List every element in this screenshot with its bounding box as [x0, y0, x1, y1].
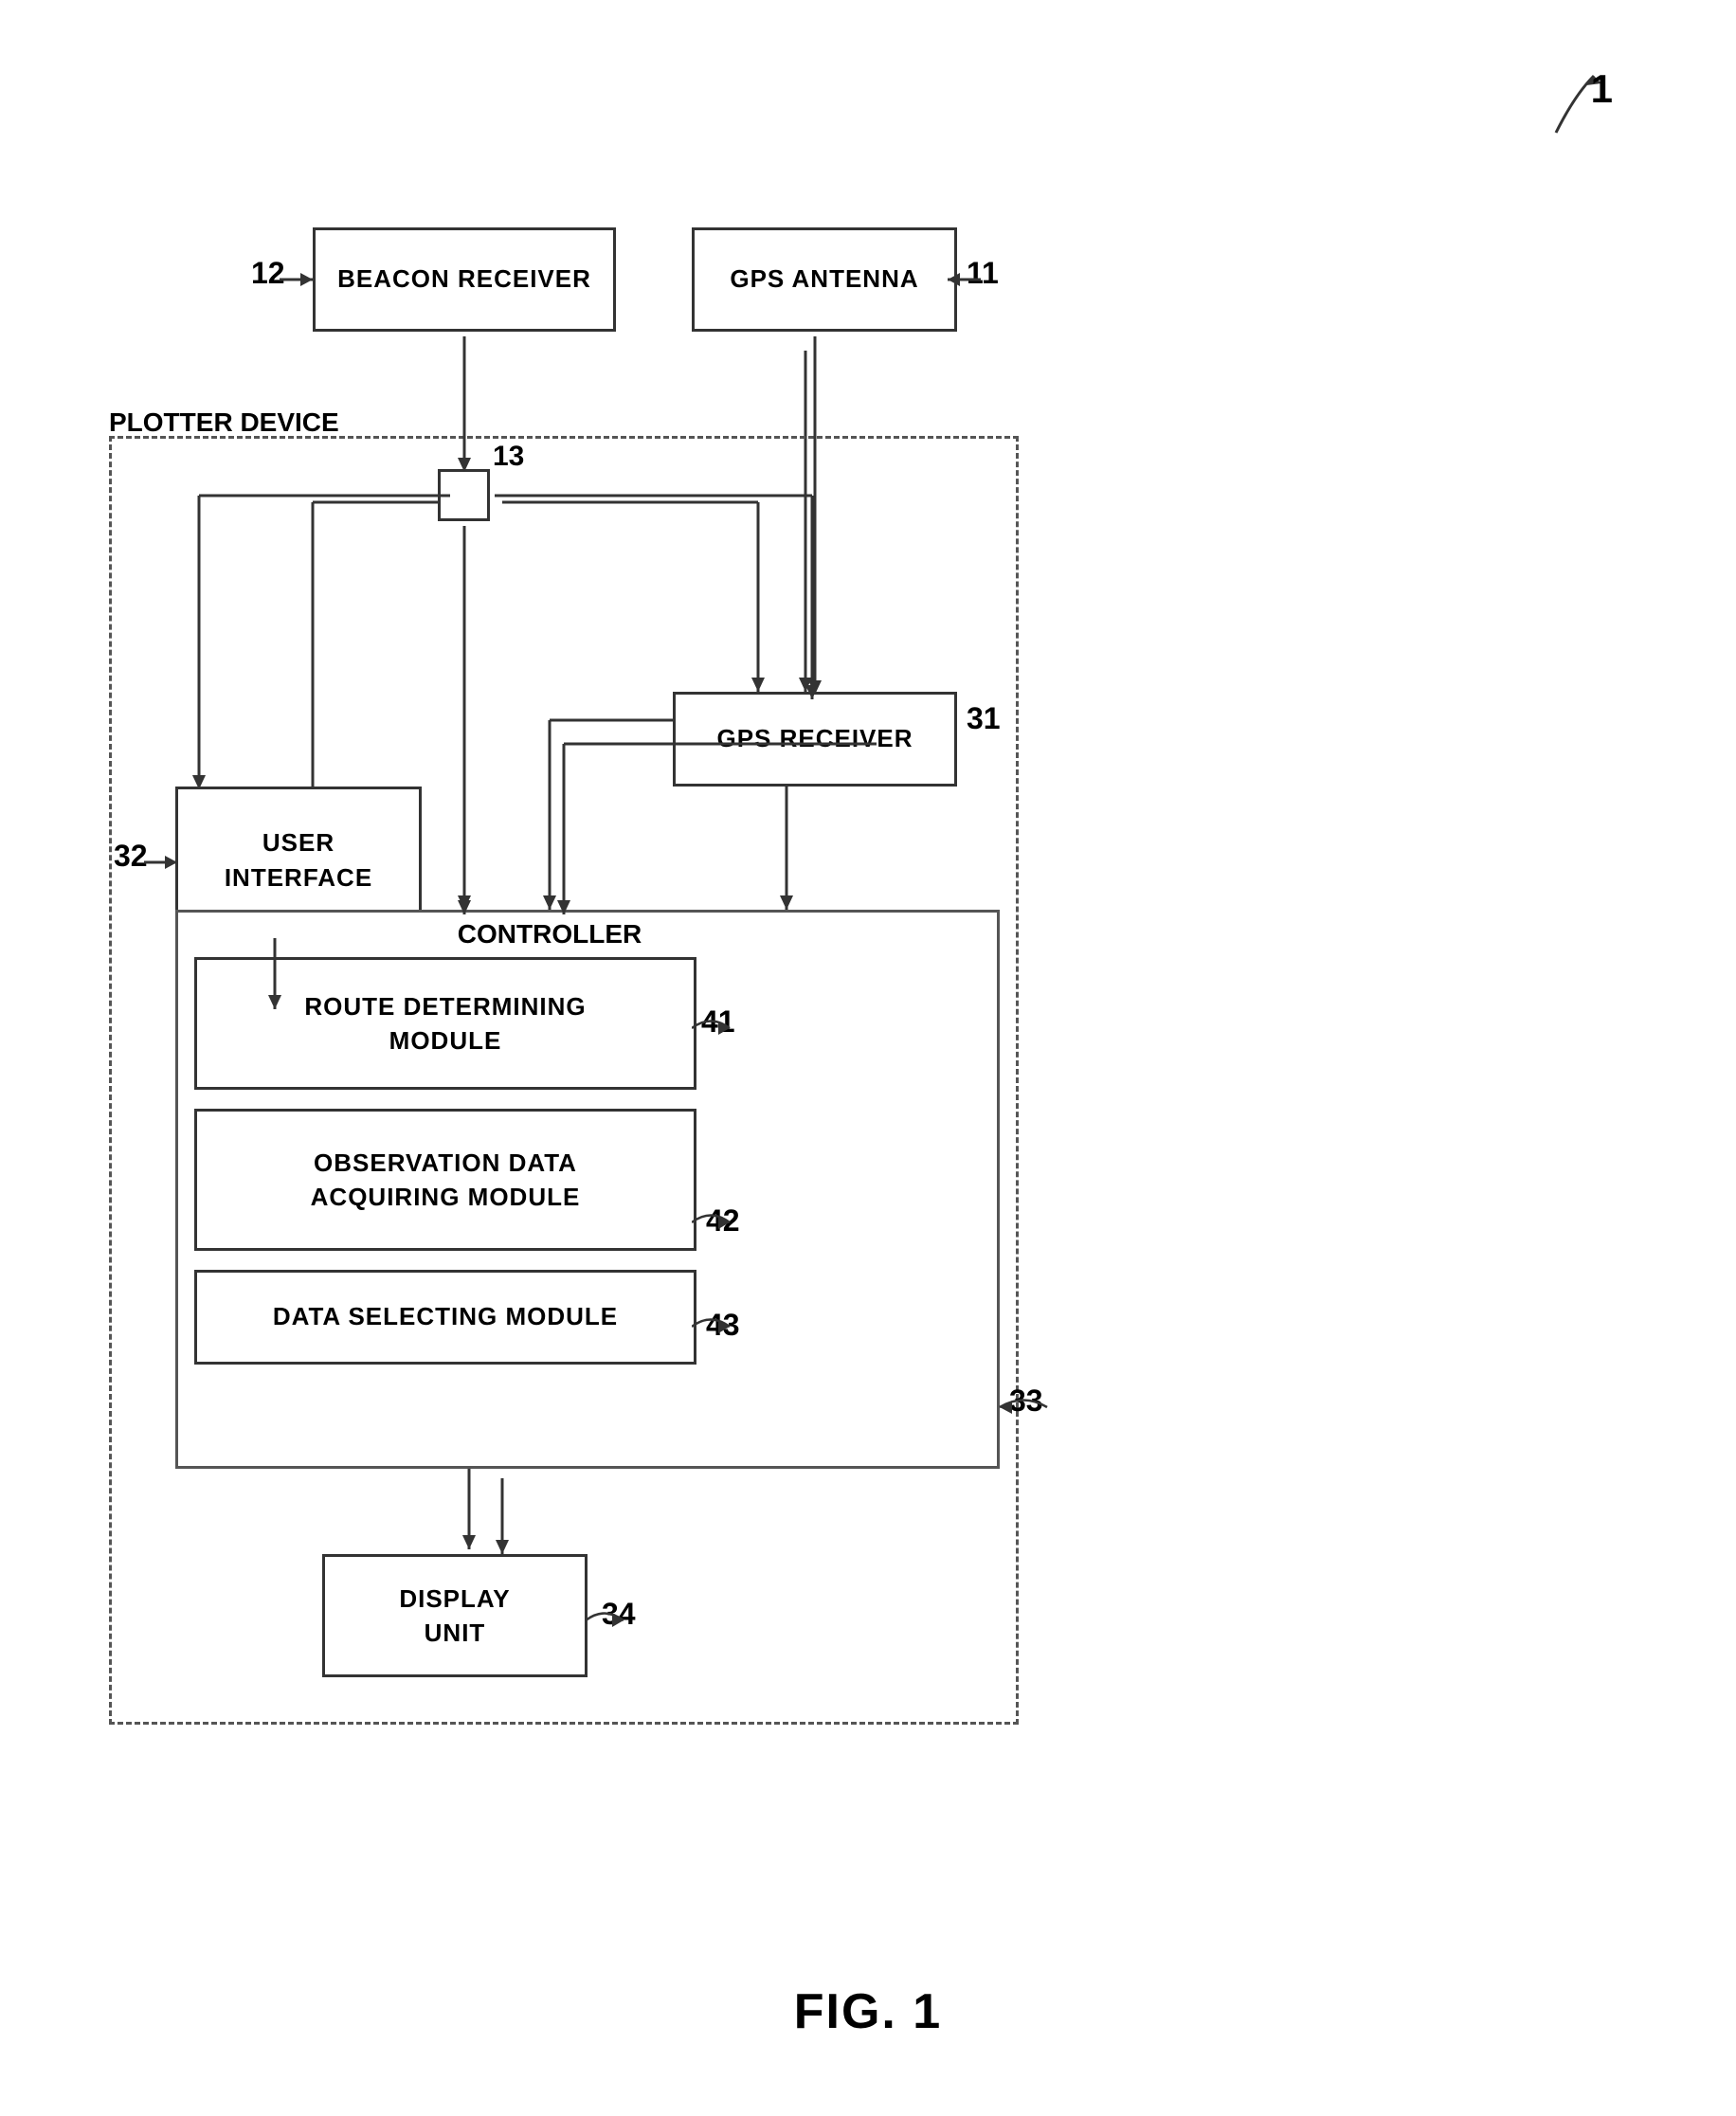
- ref-1-label: 1: [1499, 57, 1613, 156]
- observation-data-box: OBSERVATION DATA ACQUIRING MODULE: [194, 1109, 696, 1251]
- data-selecting-label: DATA SELECTING MODULE: [273, 1301, 618, 1333]
- gps-antenna-ref: 11: [967, 256, 999, 291]
- beacon-receiver-ref: 12: [251, 256, 285, 291]
- beacon-receiver-label: BEACON RECEIVER: [337, 263, 591, 296]
- display-unit-ref: 34: [602, 1597, 636, 1632]
- ref-1-number: 1: [1591, 66, 1613, 112]
- user-interface-ref: 32: [114, 839, 148, 874]
- data-selecting-ref: 43: [706, 1308, 740, 1343]
- gps-antenna-box: GPS ANTENNA: [692, 227, 957, 332]
- ref12-arrow: [280, 265, 317, 294]
- route-determining-ref: 41: [701, 1004, 735, 1040]
- junction-ref: 13: [493, 441, 524, 473]
- controller-label: CONTROLLER: [426, 919, 673, 949]
- observation-data-ref: 42: [706, 1203, 740, 1239]
- gps-receiver-ref: 31: [967, 701, 1001, 736]
- user-interface-label: USER INTERFACE: [225, 825, 372, 895]
- gps-receiver-label: GPS RECEIVER: [716, 723, 913, 755]
- display-unit-box: DISPLAY UNIT: [322, 1554, 588, 1677]
- display-unit-label: DISPLAY UNIT: [399, 1582, 510, 1651]
- gps-receiver-box: GPS RECEIVER: [673, 692, 957, 787]
- figure-label: FIG. 1: [794, 1983, 942, 2040]
- plotter-device-label: PLOTTER DEVICE: [109, 407, 339, 438]
- beacon-receiver-box: BEACON RECEIVER: [313, 227, 616, 332]
- route-determining-label: ROUTE DETERMINING MODULE: [304, 989, 586, 1058]
- route-determining-box: ROUTE DETERMINING MODULE: [194, 957, 696, 1090]
- gps-antenna-label: GPS ANTENNA: [730, 263, 918, 296]
- controller-ref: 33: [1009, 1384, 1043, 1419]
- junction-box: [438, 469, 490, 521]
- observation-data-label: OBSERVATION DATA ACQUIRING MODULE: [311, 1146, 581, 1215]
- data-selecting-box: DATA SELECTING MODULE: [194, 1270, 696, 1365]
